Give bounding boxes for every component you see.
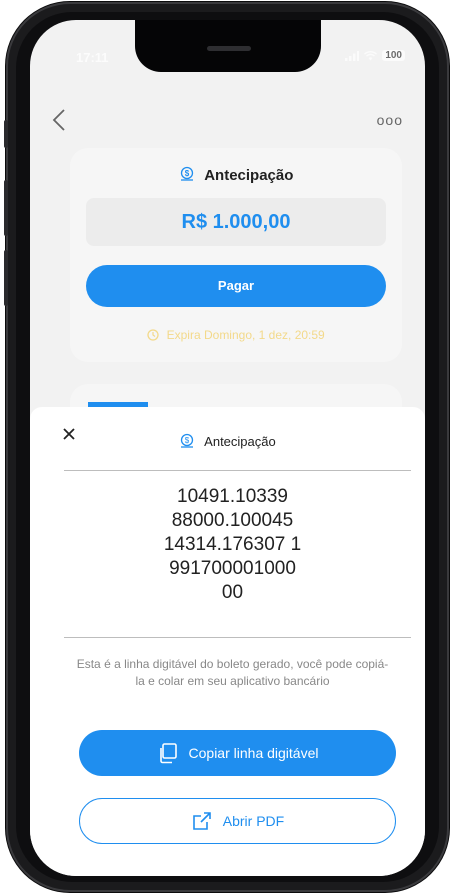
volume-down-button [4,250,8,306]
info-text: Esta é a linha digitável do boleto gerad… [76,657,389,688]
svg-text:$: $ [184,169,189,178]
copy-code-label: Copiar linha digitável [188,745,319,761]
speaker-grille [207,46,251,51]
code-line: 88000.100045 [171,510,294,531]
clock-icon [147,329,159,341]
open-pdf-label: Abrir PDF [222,813,285,829]
boleto-bottom-sheet: $ Antecipação 10491.10339 88000.100045 1… [30,407,425,876]
signal-icon [345,50,360,61]
copy-code-button[interactable]: Copiar linha digitável [79,730,396,776]
divider [64,470,411,471]
card-title-label: Antecipação [204,167,294,184]
code-line: 14314.176307 1 [163,534,302,555]
mute-switch [4,120,8,148]
app-screen: 17:11 100 ooo $ Antecipação R$ 1.000,00 … [30,20,425,876]
sheet-title: $ Antecipação [30,433,425,449]
status-time: 17:11 [76,50,109,65]
external-link-icon [191,810,213,832]
money-bag-icon: $ [179,166,195,182]
open-pdf-button[interactable]: Abrir PDF [79,798,396,844]
top-nav: ooo [30,106,425,136]
sheet-title-label: Antecipação [204,434,276,449]
money-bag-icon: $ [179,433,195,449]
barcode-digits: 10491.10339 88000.100045 14314.176307 1 … [100,485,365,605]
pay-button[interactable]: Pagar [86,265,386,307]
svg-text:$: $ [185,436,190,445]
code-line: 991700001000 [169,558,296,579]
battery-icon: 100 [382,50,405,61]
chevron-left-icon [52,109,65,131]
volume-up-button [4,180,8,236]
expiration-label: Expira Domingo, 1 dez, 20:59 [166,328,325,342]
card-title: $ Antecipação [70,166,402,184]
more-options-button[interactable]: ooo [377,112,403,128]
amount-value: R$ 1.000,00 [86,198,386,246]
anticipation-card: $ Antecipação R$ 1.000,00 Pagar Expira D… [70,148,402,362]
expiration-text: Expira Domingo, 1 dez, 20:59 [70,328,402,342]
divider [64,637,411,638]
wifi-icon [364,50,378,61]
code-line: 10491.10339 [177,486,288,507]
code-line: 00 [221,582,244,603]
notch [135,20,321,72]
back-button[interactable] [52,108,66,132]
copy-icon [157,742,179,764]
status-indicators: 100 [345,50,405,61]
